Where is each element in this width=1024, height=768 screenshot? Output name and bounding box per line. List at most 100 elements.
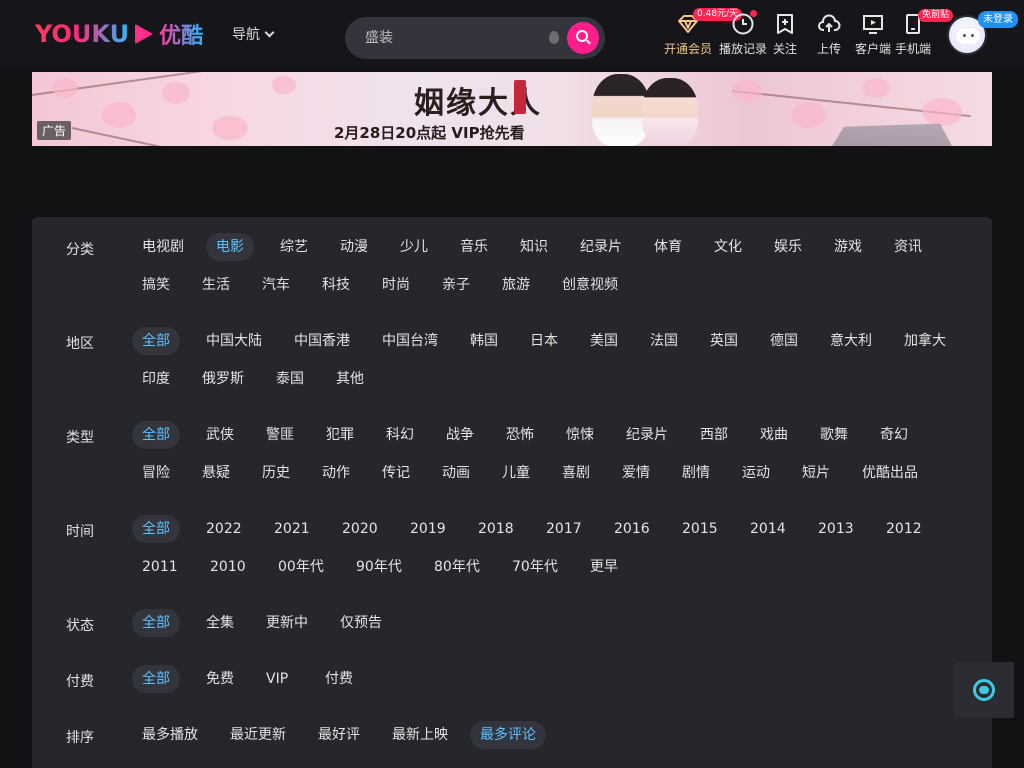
nav-dropdown[interactable]: 导航 (232, 24, 275, 44)
filter-option[interactable]: 犯罪 (316, 421, 364, 449)
filter-option[interactable]: 纪录片 (616, 421, 678, 449)
filter-option[interactable]: 2015 (672, 515, 728, 543)
filter-option[interactable]: 纪录片 (570, 233, 632, 261)
filter-option[interactable]: 2021 (264, 515, 320, 543)
filter-option[interactable]: 娱乐 (764, 233, 812, 261)
filter-option[interactable]: 2014 (740, 515, 796, 543)
filter-option[interactable]: 日本 (520, 327, 568, 355)
filter-option[interactable]: 2019 (400, 515, 456, 543)
filter-option[interactable]: 警匪 (256, 421, 304, 449)
filter-option[interactable]: 音乐 (450, 233, 498, 261)
filter-option[interactable]: 游戏 (824, 233, 872, 261)
filter-option[interactable]: 资讯 (884, 233, 932, 261)
filter-option[interactable]: 免费 (196, 665, 244, 693)
filter-option[interactable]: 动画 (432, 459, 480, 487)
filter-option[interactable]: 2011 (132, 553, 188, 581)
filter-option[interactable]: 西部 (690, 421, 738, 449)
follow-button[interactable]: 关注 (761, 12, 809, 57)
filter-option[interactable]: 爱情 (612, 459, 660, 487)
filter-option[interactable]: 全集 (196, 609, 244, 637)
search-input[interactable] (365, 28, 535, 48)
filter-option[interactable]: 战争 (436, 421, 484, 449)
filter-option[interactable]: 生活 (192, 271, 240, 299)
filter-option[interactable]: 2022 (196, 515, 252, 543)
filter-option[interactable]: 德国 (760, 327, 808, 355)
filter-option[interactable]: 体育 (644, 233, 692, 261)
filter-option[interactable]: 付费 (315, 665, 363, 693)
filter-option[interactable]: 动作 (312, 459, 360, 487)
filter-option[interactable]: 2013 (808, 515, 864, 543)
filter-option[interactable]: 韩国 (460, 327, 508, 355)
filter-option[interactable]: 意大利 (820, 327, 882, 355)
filter-option[interactable]: 悬疑 (192, 459, 240, 487)
filter-option[interactable]: 搞笑 (132, 271, 180, 299)
banner-ad[interactable]: 姻缘大人 2月28日20点起 VIP抢先看 广告 (32, 72, 992, 146)
filter-option[interactable]: VIP (256, 665, 298, 693)
filter-option[interactable]: 其他 (326, 365, 374, 393)
filter-option[interactable]: 全部 (132, 327, 180, 355)
filter-option[interactable]: 泰国 (266, 365, 314, 393)
filter-option[interactable]: 喜剧 (552, 459, 600, 487)
filter-option[interactable]: 中国香港 (284, 327, 360, 355)
filter-option[interactable]: 中国台湾 (372, 327, 448, 355)
filter-option[interactable]: 亲子 (432, 271, 480, 299)
filter-option[interactable]: 70年代 (502, 553, 568, 581)
filter-option[interactable]: 剧情 (672, 459, 720, 487)
play-history-button[interactable]: 播放记录 (719, 10, 767, 57)
filter-option[interactable]: 全部 (132, 665, 180, 693)
filter-option[interactable]: 最近更新 (220, 721, 296, 749)
filter-option[interactable]: 汽车 (252, 271, 300, 299)
filter-option[interactable]: 知识 (510, 233, 558, 261)
filter-option[interactable]: 80年代 (424, 553, 490, 581)
filter-option[interactable]: 最多评论 (470, 721, 546, 749)
filter-option[interactable]: 冒险 (132, 459, 180, 487)
filter-option[interactable]: 最新上映 (382, 721, 458, 749)
filter-option[interactable]: 更早 (580, 553, 628, 581)
filter-option[interactable]: 仅预告 (330, 609, 392, 637)
filter-option[interactable]: 儿童 (492, 459, 540, 487)
filter-option[interactable]: 最多播放 (132, 721, 208, 749)
filter-option[interactable]: 全部 (132, 421, 180, 449)
filter-option[interactable]: 俄罗斯 (192, 365, 254, 393)
filter-option[interactable]: 电视剧 (132, 233, 194, 261)
filter-option[interactable]: 全部 (132, 515, 180, 543)
filter-option[interactable]: 文化 (704, 233, 752, 261)
filter-option[interactable]: 恐怖 (496, 421, 544, 449)
filter-option[interactable]: 90年代 (346, 553, 412, 581)
filter-option[interactable]: 2010 (200, 553, 256, 581)
filter-option[interactable]: 2018 (468, 515, 524, 543)
filter-option[interactable]: 2012 (876, 515, 932, 543)
filter-option[interactable]: 旅游 (492, 271, 540, 299)
filter-option[interactable]: 英国 (700, 327, 748, 355)
filter-option[interactable]: 奇幻 (870, 421, 918, 449)
filter-option[interactable]: 武侠 (196, 421, 244, 449)
filter-option[interactable]: 2017 (536, 515, 592, 543)
filter-option[interactable]: 歌舞 (810, 421, 858, 449)
filter-option[interactable]: 创意视频 (552, 271, 628, 299)
filter-option[interactable]: 中国大陆 (196, 327, 272, 355)
filter-option[interactable]: 科技 (312, 271, 360, 299)
filter-option[interactable]: 历史 (252, 459, 300, 487)
filter-option[interactable]: 综艺 (270, 233, 318, 261)
filter-option[interactable]: 惊悚 (556, 421, 604, 449)
filter-option[interactable]: 电影 (206, 233, 254, 261)
filter-option[interactable]: 少儿 (390, 233, 438, 261)
filter-option[interactable]: 更新中 (256, 609, 318, 637)
filter-option[interactable]: 戏曲 (750, 421, 798, 449)
filter-option[interactable]: 科幻 (376, 421, 424, 449)
filter-option[interactable]: 运动 (732, 459, 780, 487)
filter-option[interactable]: 加拿大 (894, 327, 956, 355)
filter-option[interactable]: 传记 (372, 459, 420, 487)
filter-option[interactable]: 时尚 (372, 271, 420, 299)
not-logged-in-badge[interactable]: 未登录 (978, 11, 1018, 28)
filter-option[interactable]: 动漫 (330, 233, 378, 261)
filter-option[interactable]: 全部 (132, 609, 180, 637)
customer-service-button[interactable] (954, 662, 1014, 718)
filter-option[interactable]: 印度 (132, 365, 180, 393)
filter-option[interactable]: 优酷出品 (852, 459, 928, 487)
filter-option[interactable]: 2020 (332, 515, 388, 543)
filter-option[interactable]: 美国 (580, 327, 628, 355)
search-button[interactable] (567, 22, 599, 54)
filter-option[interactable]: 最好评 (308, 721, 370, 749)
filter-option[interactable]: 2016 (604, 515, 660, 543)
